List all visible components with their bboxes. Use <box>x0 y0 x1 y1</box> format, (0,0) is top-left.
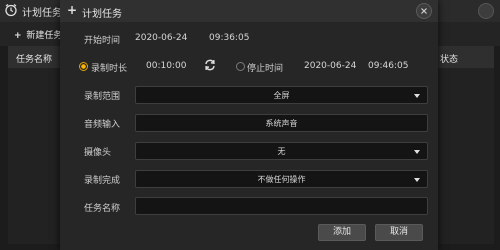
record-duration-label[interactable]: 录制时长 <box>91 61 127 74</box>
clock-icon <box>4 3 18 17</box>
stop-time-radio[interactable] <box>236 62 245 71</box>
audio-label: 音频输入 <box>84 120 121 130</box>
range-select[interactable]: 全屏 <box>135 86 428 104</box>
plus-icon: + <box>14 31 22 41</box>
column-header-name: 任务名称 <box>16 55 53 65</box>
main-close-button[interactable] <box>478 3 494 19</box>
dialog-title: 计划任务 <box>82 9 122 20</box>
dialog-close-button[interactable] <box>416 3 432 19</box>
swap-icon[interactable] <box>203 58 217 72</box>
stop-time: 09:46:05 <box>368 61 409 71</box>
audio-select[interactable]: 系统声音 <box>135 114 428 132</box>
task-name-label: 任务名称 <box>84 204 121 214</box>
on-complete-select[interactable]: 不做任何操作 <box>135 170 428 188</box>
record-duration-radio[interactable] <box>79 62 88 71</box>
on-complete-value: 不做任何操作 <box>257 175 306 184</box>
camera-value: 无 <box>277 147 286 156</box>
task-name-input[interactable] <box>135 197 428 215</box>
record-duration-value[interactable]: 00:10:00 <box>146 61 186 71</box>
cancel-button[interactable]: 取消 <box>375 224 423 241</box>
audio-value: 系统声音 <box>265 119 298 128</box>
close-icon <box>421 8 427 14</box>
camera-select[interactable]: 无 <box>135 142 428 160</box>
start-date: 2020-06-24 <box>135 33 188 43</box>
on-complete-label: 录制完成 <box>84 176 121 186</box>
chevron-down-icon <box>414 150 420 154</box>
start-time-label: 开始时间 <box>84 36 121 46</box>
camera-label: 摄像头 <box>84 148 112 158</box>
stop-time-label[interactable]: 停止时间 <box>247 61 283 74</box>
range-label: 录制范围 <box>84 92 121 102</box>
add-button[interactable]: 添加 <box>318 224 366 241</box>
stop-date: 2020-06-24 <box>304 61 357 71</box>
main-window-title: 计划任务 <box>22 8 62 19</box>
chevron-down-icon <box>414 94 420 98</box>
column-header-status: 状态 <box>440 55 459 65</box>
new-task-button[interactable]: + 新建任务 <box>14 28 62 41</box>
start-time: 09:36:05 <box>209 33 250 43</box>
range-value: 全屏 <box>273 91 290 100</box>
new-task-label: 新建任务 <box>26 31 63 41</box>
plus-icon: + <box>67 3 78 17</box>
chevron-down-icon <box>414 178 420 182</box>
